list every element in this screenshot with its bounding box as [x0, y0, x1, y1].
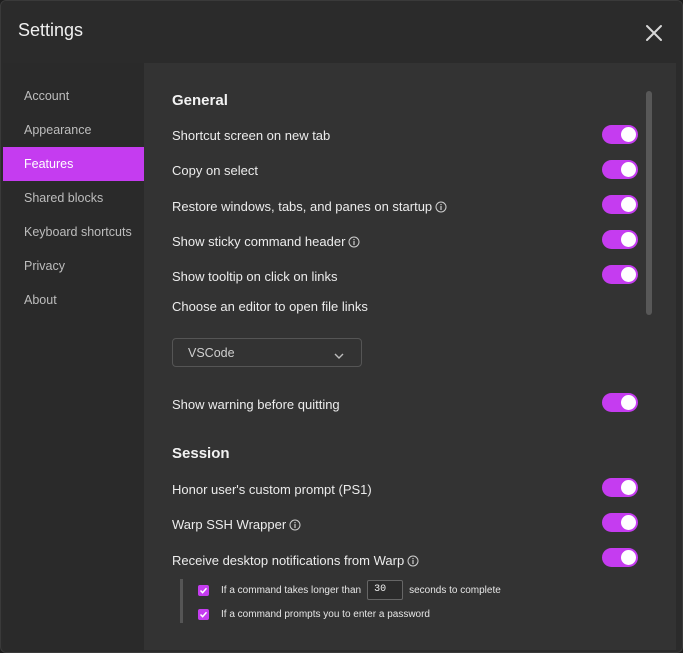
toggle-knob [621, 395, 636, 410]
toggle-custom-prompt[interactable] [602, 478, 638, 497]
editor-select-value: VSCode [188, 346, 235, 360]
notification-options-divider [180, 579, 183, 623]
toggle-knob [621, 162, 636, 177]
sidebar-item-account[interactable]: Account [3, 79, 144, 113]
editor-select[interactable]: VSCode [172, 338, 362, 367]
toggle-quit-warning[interactable] [602, 393, 638, 412]
toggle-knob [621, 232, 636, 247]
info-icon[interactable] [435, 201, 447, 213]
toggle-desktop-notifications[interactable] [602, 548, 638, 567]
editor-label-text: Choose an editor to open file links [172, 299, 368, 314]
window-title: Settings [18, 20, 84, 40]
section-title-general: General [172, 92, 228, 109]
notify-long-command-prefix: If a command takes longer than [221, 584, 362, 596]
info-icon[interactable] [407, 555, 419, 567]
info-icon[interactable] [289, 519, 301, 531]
setting-label-quit-warning: Show warning before quitting [172, 397, 340, 412]
setting-label-sticky-header: Show sticky command header [172, 234, 360, 249]
toggle-restore-windows[interactable] [602, 195, 638, 214]
settings-content: General Shortcut screen on new tab Copy … [144, 63, 676, 650]
sidebar-item-about[interactable]: About [3, 283, 144, 317]
editor-label: Choose an editor to open file links [172, 299, 368, 314]
toggle-sticky-header[interactable] [602, 230, 638, 249]
sidebar-item-shared-blocks[interactable]: Shared blocks [3, 181, 144, 215]
setting-label-shortcut-screen: Shortcut screen on new tab [172, 128, 330, 143]
toggle-copy-on-select[interactable] [602, 160, 638, 179]
toggle-knob [621, 127, 636, 142]
setting-label-text: Shortcut screen on new tab [172, 128, 331, 143]
setting-label-text: Honor user's custom prompt (PS1) [172, 482, 372, 497]
notify-seconds-input[interactable]: 30 [367, 580, 404, 600]
notify-password-label: If a command prompts you to enter a pass… [221, 609, 430, 620]
setting-label-tooltip-links: Show tooltip on click on links [172, 269, 337, 284]
sidebar-item-keyboard-shortcuts[interactable]: Keyboard shortcuts [3, 215, 144, 249]
setting-label-ssh-wrapper: Warp SSH Wrapper [172, 517, 301, 532]
notify-long-command-checkbox[interactable] [198, 584, 209, 596]
sidebar-item-privacy[interactable]: Privacy [3, 249, 144, 283]
toggle-shortcut-screen[interactable] [602, 125, 638, 144]
notify-long-command-suffix: seconds to complete [409, 584, 501, 596]
setting-label-text: Show warning before quitting [172, 397, 340, 412]
setting-label-text: Show tooltip on click on links [172, 269, 338, 284]
setting-label-text: Show sticky command header [172, 234, 346, 249]
toggle-knob [621, 197, 636, 212]
setting-label-desktop-notifications: Receive desktop notifications from Warp [172, 553, 419, 568]
setting-label-text: Restore windows, tabs, and panes on star… [172, 199, 433, 214]
toggle-knob [621, 267, 636, 282]
setting-label-text: Receive desktop notifications from Warp [172, 553, 405, 568]
setting-label-text: Copy on select [172, 163, 258, 178]
scrollbar[interactable] [646, 91, 652, 315]
toggle-knob [621, 515, 636, 530]
notify-password-row: If a command prompts you to enter a pass… [198, 609, 430, 620]
toggle-tooltip-links[interactable] [602, 265, 638, 284]
toggle-ssh-wrapper[interactable] [602, 513, 638, 532]
setting-label-copy-on-select: Copy on select [172, 163, 258, 178]
section-title-session: Session [172, 445, 230, 462]
settings-window: Settings Account Appearance Features Sha… [0, 0, 683, 653]
setting-label-text: Warp SSH Wrapper [172, 517, 287, 532]
toggle-knob [621, 550, 636, 565]
chevron-down-icon [333, 348, 345, 359]
notify-long-command-row: If a command takes longer than 30 second… [198, 580, 501, 600]
sidebar-item-appearance[interactable]: Appearance [3, 113, 144, 147]
notify-password-checkbox[interactable] [198, 609, 209, 620]
setting-label-restore-windows: Restore windows, tabs, and panes on star… [172, 199, 447, 214]
setting-label-custom-prompt: Honor user's custom prompt (PS1) [172, 482, 372, 497]
sidebar-item-features[interactable]: Features [3, 147, 144, 181]
toggle-knob [621, 480, 636, 495]
sidebar: Account Appearance Features Shared block… [3, 63, 144, 652]
info-icon[interactable] [348, 236, 360, 248]
close-icon[interactable] [642, 21, 666, 45]
title-bar: Settings [1, 1, 682, 63]
